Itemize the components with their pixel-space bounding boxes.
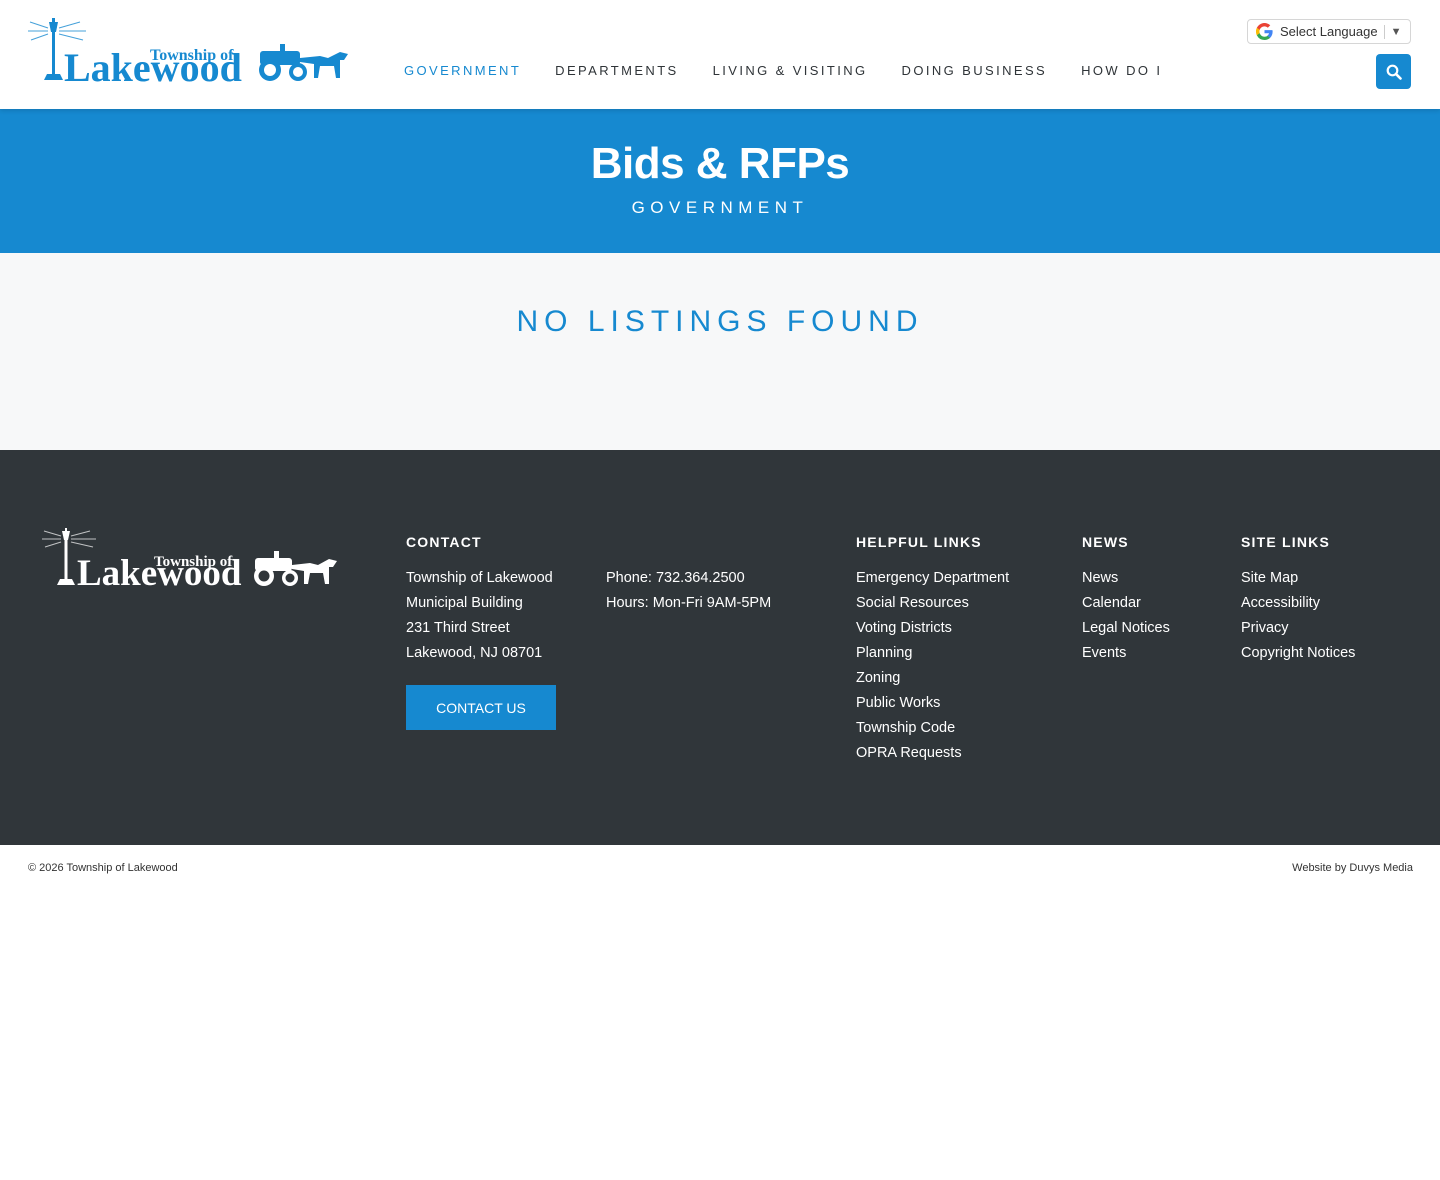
listings-area: NO LISTINGS FOUND: [0, 253, 1440, 450]
footer-lakewood-logo[interactable]: Lakewood Township of: [42, 528, 340, 590]
language-select-label: Select Language: [1280, 24, 1378, 39]
lakewood-logo[interactable]: Lakewood Township of: [28, 18, 350, 86]
main-nav: GOVERNMENT DEPARTMENTS LIVING & VISITING…: [404, 62, 1196, 80]
dropdown-arrow-icon: ▼: [1390, 25, 1402, 38]
footer-contact-heading: CONTACT: [406, 534, 482, 550]
nav-departments[interactable]: DEPARTMENTS: [555, 62, 678, 80]
footer-news-links: News Calendar Legal Notices Events: [1082, 566, 1170, 666]
page-title: Bids & RFPs: [590, 139, 850, 188]
footer-link-public-works[interactable]: Public Works: [856, 695, 940, 711]
empty-listings-message: NO LISTINGS FOUND: [516, 305, 924, 338]
address-line: Lakewood, NJ 08701: [406, 645, 543, 661]
site-header: Lakewood Township of GOVERNMENT DEPARTME…: [0, 0, 1440, 109]
copyright-text: © 2026 Township of Lakewood: [28, 862, 178, 874]
footer-link-copyright-notices[interactable]: Copyright Notices: [1241, 645, 1355, 661]
nav-how-do-i[interactable]: HOW DO I: [1081, 62, 1162, 80]
address-line: Township of Lakewood: [406, 570, 553, 586]
contact-hours: Hours: Mon-Fri 9AM-5PM: [606, 595, 772, 611]
nav-government[interactable]: GOVERNMENT: [404, 62, 521, 80]
footer-helpful-links: Emergency Department Social Resources Vo…: [856, 566, 1009, 766]
page-hero: Bids & RFPs GOVERNMENT: [0, 109, 1440, 253]
site-credit-link[interactable]: Website by Duvys Media: [1292, 862, 1413, 874]
svg-text:Township of: Township of: [154, 554, 233, 570]
search-button[interactable]: [1376, 54, 1411, 89]
page-section-label: GOVERNMENT: [631, 198, 809, 217]
footer-link-news[interactable]: News: [1082, 570, 1118, 586]
footer-site-links: Site Map Accessibility Privacy Copyright…: [1241, 566, 1355, 666]
footer-link-emergency-department[interactable]: Emergency Department: [856, 570, 1009, 586]
footer-link-zoning[interactable]: Zoning: [856, 670, 900, 686]
footer-link-site-map[interactable]: Site Map: [1241, 570, 1298, 586]
footer-news-heading: NEWS: [1082, 534, 1129, 550]
search-icon: [1386, 64, 1402, 80]
contact-us-button[interactable]: CONTACT US: [406, 685, 556, 730]
contact-phone: Phone: 732.364.2500: [606, 570, 745, 586]
language-divider: [1383, 24, 1385, 39]
footer-helpful-links-heading: HELPFUL LINKS: [856, 534, 982, 550]
footer-link-voting-districts[interactable]: Voting Districts: [856, 620, 952, 636]
footer-link-township-code[interactable]: Township Code: [856, 720, 955, 736]
footer-contact-details: Phone: 732.364.2500 Hours: Mon-Fri 9AM-5…: [606, 566, 771, 616]
google-g-icon: [1256, 23, 1273, 40]
footer-link-events[interactable]: Events: [1082, 645, 1126, 661]
svg-text:Township of: Township of: [150, 47, 234, 64]
footer-link-social-resources[interactable]: Social Resources: [856, 595, 969, 611]
address-line: 231 Third Street: [406, 620, 510, 636]
language-select[interactable]: Select Language ▼: [1247, 19, 1411, 44]
footer-link-accessibility[interactable]: Accessibility: [1241, 595, 1320, 611]
footer-link-planning[interactable]: Planning: [856, 645, 912, 661]
address-line: Municipal Building: [406, 595, 523, 611]
footer-link-legal-notices[interactable]: Legal Notices: [1082, 620, 1170, 636]
site-footer: Lakewood Township of CONTACT Township of…: [0, 450, 1440, 845]
nav-living-visiting[interactable]: LIVING & VISITING: [713, 62, 868, 80]
footer-site-links-heading: SITE LINKS: [1241, 534, 1331, 550]
footer-link-privacy[interactable]: Privacy: [1241, 620, 1289, 636]
footer-address: Township of Lakewood Municipal Building …: [406, 566, 553, 666]
footer-link-calendar[interactable]: Calendar: [1082, 595, 1141, 611]
nav-doing-business[interactable]: DOING BUSINESS: [902, 62, 1048, 80]
footer-link-opra-requests[interactable]: OPRA Requests: [856, 745, 962, 761]
